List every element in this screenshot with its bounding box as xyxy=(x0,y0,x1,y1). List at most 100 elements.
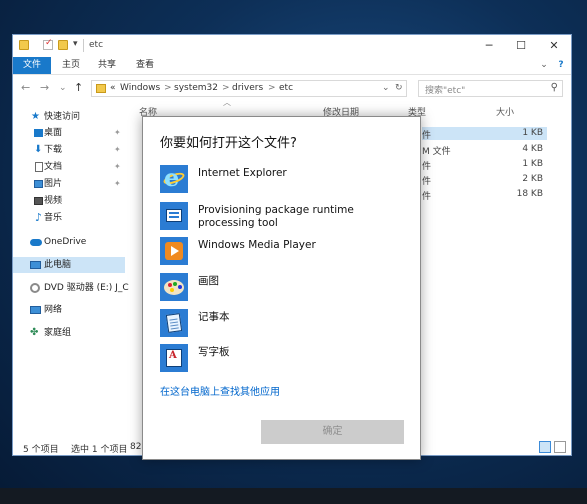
sidebar-item-desktop[interactable]: 桌面 ✦ xyxy=(13,125,125,141)
large-icons-view-icon[interactable] xyxy=(554,441,566,453)
window-title: etc xyxy=(89,40,104,50)
sidebar-item-homegroup[interactable]: ✤ 家庭组 xyxy=(13,325,125,341)
computer-icon xyxy=(30,261,41,269)
file-size: 1 KB xyxy=(522,128,543,138)
file-size: 4 KB xyxy=(522,144,543,154)
breadcrumb-drivers[interactable]: drivers xyxy=(232,83,263,93)
ribbon-expand-icon[interactable]: ⌄ xyxy=(538,57,550,74)
address-overflow[interactable]: « xyxy=(110,83,116,93)
app-name: 记事本 xyxy=(198,311,230,323)
app-option-notepad[interactable]: 记事本 xyxy=(160,309,405,339)
pin-icon[interactable]: ✦ xyxy=(114,142,121,158)
details-view-icon[interactable] xyxy=(539,441,551,453)
sidebar-item-label: 视频 xyxy=(44,196,63,206)
app-option-wordpad[interactable]: 写字板 xyxy=(160,344,405,374)
file-type: 件 xyxy=(422,131,432,141)
folder-icon xyxy=(96,84,106,93)
internet-explorer-icon: e xyxy=(160,163,188,193)
address-dropdown-icon[interactable]: ⌄ xyxy=(382,83,390,93)
sidebar-item-dvd-drive[interactable]: DVD 驱动器 (E:) J_C xyxy=(13,280,129,296)
sidebar-item-this-pc[interactable]: 此电脑 xyxy=(13,257,125,273)
taskbar xyxy=(0,488,587,504)
sidebar-item-music[interactable]: ♪ 音乐 xyxy=(13,210,125,226)
cloud-icon xyxy=(30,239,42,246)
address-row: ← → ⌄ ↑ « Windows > system32 > drivers >… xyxy=(13,75,571,101)
ribbon-tabs: 文件 主页 共享 查看 ⌄ ? xyxy=(13,57,571,75)
refresh-icon[interactable]: ↻ xyxy=(395,83,403,93)
app-option-provisioning-tool[interactable]: Provisioning package runtime processing … xyxy=(160,202,405,232)
sidebar-item-network[interactable]: 网络 xyxy=(13,302,125,318)
sidebar-item-label: 快速访问 xyxy=(44,112,81,122)
pin-icon[interactable]: ✦ xyxy=(114,159,121,175)
app-name: Provisioning package runtime processing … xyxy=(198,204,354,229)
pin-icon[interactable]: ✦ xyxy=(114,125,121,141)
tab-file[interactable]: 文件 xyxy=(13,57,51,74)
minimize-button[interactable]: ─ xyxy=(474,37,504,55)
music-icon: ♪ xyxy=(35,211,43,224)
ok-button[interactable]: 确定 xyxy=(261,420,404,444)
file-size: 2 KB xyxy=(522,174,543,184)
open-with-dialog: 你要如何打开这个文件? e Internet Explorer Provisio… xyxy=(142,116,421,460)
navigation-pane: ★ 快速访问 桌面 ✦ ⬇ 下载 ✦ 文档 ✦ 图片 ✦ 视频 ♪ 音乐 One… xyxy=(13,103,129,433)
tab-share[interactable]: 共享 xyxy=(93,57,121,74)
app-option-paint[interactable]: 画图 xyxy=(160,273,405,303)
sidebar-item-videos[interactable]: 视频 xyxy=(13,193,125,209)
search-icon[interactable]: ⚲ xyxy=(551,82,558,93)
close-button[interactable]: ✕ xyxy=(539,37,569,55)
item-count: 5 个项目 xyxy=(23,445,59,455)
breadcrumb-separator-icon[interactable]: > xyxy=(268,83,276,93)
file-type: M 文件 xyxy=(422,147,451,157)
sidebar-item-label: 桌面 xyxy=(44,128,63,138)
dialog-title: 你要如何打开这个文件? xyxy=(160,136,297,151)
file-size: 1 KB xyxy=(522,159,543,169)
properties-icon[interactable] xyxy=(43,38,53,50)
new-folder-icon[interactable] xyxy=(58,40,68,50)
app-name: 写字板 xyxy=(198,346,230,358)
star-icon: ★ xyxy=(31,111,40,122)
provisioning-package-icon xyxy=(160,202,188,230)
app-option-internet-explorer[interactable]: e Internet Explorer xyxy=(160,163,405,195)
forward-button[interactable]: → xyxy=(40,81,49,94)
sidebar-item-label: 下载 xyxy=(44,145,63,155)
sidebar-item-label: 图片 xyxy=(44,179,63,189)
back-button[interactable]: ← xyxy=(21,81,30,94)
breadcrumb-separator-icon[interactable]: > xyxy=(222,83,230,93)
help-icon[interactable]: ? xyxy=(554,57,568,74)
notepad-icon xyxy=(160,309,188,337)
wordpad-icon xyxy=(160,344,188,372)
document-icon xyxy=(35,162,43,172)
recent-locations-dropdown[interactable]: ⌄ xyxy=(59,83,67,93)
app-option-windows-media-player[interactable]: Windows Media Player xyxy=(160,237,405,267)
desktop-icon xyxy=(34,129,43,137)
quick-access-toolbar-dropdown-icon[interactable]: ▾ xyxy=(73,39,78,49)
sidebar-item-documents[interactable]: 文档 ✦ xyxy=(13,159,125,175)
find-more-apps-link[interactable]: 在这台电脑上查找其他应用 xyxy=(160,383,280,398)
app-name: Windows Media Player xyxy=(198,239,316,251)
folder-icon xyxy=(19,40,29,50)
sidebar-item-pictures[interactable]: 图片 ✦ xyxy=(13,176,125,192)
column-header-size[interactable]: 大小 xyxy=(496,105,514,118)
tab-view[interactable]: 查看 xyxy=(131,57,159,74)
breadcrumb-windows[interactable]: Windows xyxy=(120,83,160,93)
search-input[interactable]: 搜索"etc" ⚲ xyxy=(418,80,563,97)
sort-indicator-icon: ︿ xyxy=(223,98,231,107)
up-button[interactable]: ↑ xyxy=(74,81,83,94)
app-name: Internet Explorer xyxy=(198,167,287,179)
tab-home[interactable]: 主页 xyxy=(57,57,85,74)
homegroup-icon: ✤ xyxy=(30,327,39,338)
pin-icon[interactable]: ✦ xyxy=(114,176,121,192)
breadcrumb-separator-icon[interactable]: > xyxy=(164,83,172,93)
breadcrumb-etc[interactable]: etc xyxy=(279,83,293,93)
paint-icon xyxy=(160,273,188,301)
sidebar-item-onedrive[interactable]: OneDrive xyxy=(13,234,125,250)
breadcrumb-system32[interactable]: system32 xyxy=(174,83,218,93)
selected-count: 选中 1 个项目 xyxy=(71,445,128,455)
sidebar-item-label: 家庭组 xyxy=(44,328,72,338)
address-bar[interactable]: « Windows > system32 > drivers > etc ⌄ ↻ xyxy=(91,80,407,97)
video-icon xyxy=(34,197,43,205)
sidebar-item-downloads[interactable]: ⬇ 下载 ✦ xyxy=(13,142,125,158)
title-bar: ▾ etc ─ ☐ ✕ xyxy=(13,35,571,57)
maximize-button[interactable]: ☐ xyxy=(506,37,536,55)
media-player-icon xyxy=(160,237,188,265)
sidebar-item-quick-access[interactable]: ★ 快速访问 xyxy=(13,109,125,125)
